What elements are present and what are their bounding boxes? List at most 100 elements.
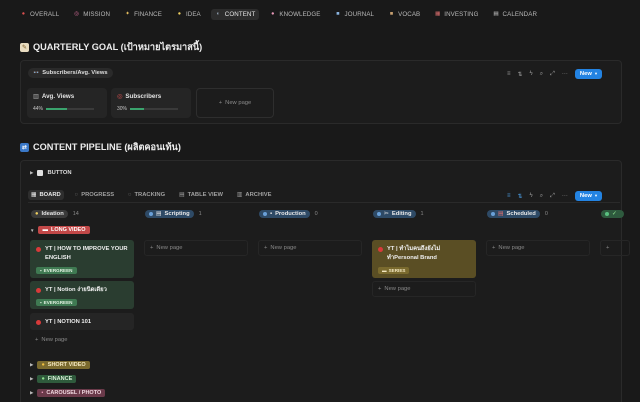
goal-view-tab[interactable]: 👓 Subscribers/Avg. Views: [28, 68, 113, 78]
new-page-scheduled[interactable]: + New page: [486, 240, 590, 256]
stats-icon: ▥: [33, 93, 39, 100]
progress-icon: ◌: [74, 192, 79, 198]
vocab-icon: ■: [389, 10, 394, 17]
goal-heading: ✎ QUARTERLY GOAL (เป้าหมายไตรมาสนี้): [20, 42, 203, 52]
caret-right-icon: ▶: [30, 390, 34, 395]
tab-progress[interactable]: ◌ PROGRESS: [72, 190, 117, 200]
money-icon: ✦: [125, 10, 130, 17]
new-page-ideation[interactable]: + New page: [30, 333, 134, 347]
tab-board[interactable]: ▦ BOARD: [28, 190, 64, 200]
status-dot-icon: [36, 288, 41, 293]
new-page-scripting[interactable]: + New page: [144, 240, 248, 256]
group-long-video[interactable]: ▼ ▬ LONG VIDEO: [30, 226, 90, 234]
plus-icon: +: [218, 100, 223, 106]
group-finance[interactable]: ▶ ● FINANCE: [30, 375, 77, 383]
column-production[interactable]: ▪ Production 0: [259, 210, 318, 218]
tab-journal[interactable]: ■ JOURNAL: [331, 9, 379, 20]
goal-card-avg-views[interactable]: ▥ Avg. Views 44%: [27, 88, 107, 118]
status-dot-icon: [36, 320, 41, 325]
plus-icon: +: [378, 286, 382, 292]
bulb-icon: ●: [177, 10, 182, 17]
column-ideation[interactable]: ● Ideation 14: [31, 210, 79, 218]
bulb-icon: ●: [35, 211, 39, 217]
status-badge: ✂ Editing: [373, 210, 416, 218]
finance-icon: ●: [41, 376, 45, 382]
tab-knowledge[interactable]: ● KNOWLEDGE: [265, 9, 324, 20]
status-dot-icon: [378, 247, 383, 252]
sort-icon[interactable]: ⇅: [518, 71, 523, 78]
caret-down-icon: ▼: [30, 227, 35, 233]
archive-icon: ▥: [236, 192, 243, 198]
divider: [28, 202, 620, 203]
scissors-icon: ✂: [384, 211, 389, 217]
chevron-down-icon: ▾: [594, 193, 598, 198]
status-dot-icon: [36, 247, 41, 252]
card-improve-english[interactable]: YT | HOW TO IMPROVE YOUR ENGLISH ▪ EVERGR…: [30, 240, 134, 278]
new-page-production[interactable]: + New page: [258, 240, 362, 256]
brain-icon: ●: [271, 10, 275, 17]
tab-content[interactable]: ◐ CONTENT: [210, 9, 260, 20]
search-icon[interactable]: ⌕: [540, 193, 543, 200]
lightning-icon[interactable]: ϟ: [530, 193, 533, 199]
group-tag: ● FINANCE: [37, 375, 77, 383]
column-scripting[interactable]: ▤ Scripting 1: [145, 210, 202, 218]
tab-mission[interactable]: ◎ MISSION: [69, 9, 114, 20]
more-icon[interactable]: ···: [562, 193, 568, 199]
tab-finance[interactable]: ✦ FINANCE: [120, 9, 166, 20]
leaf-icon: ▪: [40, 300, 42, 305]
tab-investing[interactable]: ▦ INVESTING: [430, 9, 482, 20]
button-toggle[interactable]: ▶ BUTTON: [30, 170, 72, 176]
pipeline-new-button[interactable]: New ▾: [574, 191, 603, 201]
shuffle-icon: ⇄: [20, 143, 29, 152]
caret-right-icon: ▶: [30, 170, 34, 175]
tag-evergreen: ▪ EVERGREEN: [36, 267, 77, 274]
card-notion-101[interactable]: YT | NOTION 101: [30, 313, 134, 330]
plus-icon: +: [264, 245, 268, 251]
chart-icon: ▦: [435, 10, 441, 17]
search-icon[interactable]: ⌕: [540, 71, 543, 78]
short-video-icon: ●: [41, 362, 45, 368]
tab-overall[interactable]: ● OVERALL: [16, 9, 63, 20]
status-badge: ✓: [601, 210, 624, 218]
lightning-icon[interactable]: ϟ: [530, 71, 533, 77]
tab-tracking[interactable]: ◌ TRACKING: [125, 190, 168, 200]
photo-icon: ▪: [41, 390, 44, 396]
pipeline-toolbar: ≡ ⇅ ϟ ⌕ ⤢ ··· New ▾: [507, 191, 603, 201]
filter-icon[interactable]: ≡: [507, 71, 511, 77]
sort-icon[interactable]: ⇅: [518, 193, 523, 200]
mission-icon: ◎: [74, 10, 80, 17]
new-page-published[interactable]: +: [600, 240, 630, 256]
top-nav: ● OVERALL ◎ MISSION ✦ FINANCE ● IDEA ◐ CONTEN…: [16, 9, 541, 20]
column-scheduled[interactable]: ▤ Scheduled 0: [487, 210, 548, 218]
group-short-video[interactable]: ▶ ● SHORT VIDEO: [30, 361, 90, 369]
progress-bar: [46, 108, 95, 110]
new-page-editing[interactable]: + New page: [372, 281, 476, 297]
tab-calendar[interactable]: ▤ CALENDAR: [489, 9, 542, 20]
goal-new-button[interactable]: New ▾: [574, 69, 603, 79]
tab-table-view[interactable]: ▤ TABLE VIEW: [176, 190, 226, 200]
tab-vocab[interactable]: ■ VOCAB: [384, 9, 424, 20]
board-icon: ▦: [31, 192, 37, 198]
card-notion-easy[interactable]: YT | Notion ง่ายนิดเดียว ▪ EVERGREEN: [30, 281, 134, 309]
pipeline-heading: ⇄ CONTENT PIPELINE (ผลิตคอนเท้น): [20, 142, 181, 152]
expand-icon[interactable]: ⤢: [550, 193, 555, 200]
memo-icon: ✎: [20, 43, 29, 52]
target-icon: ◎: [117, 93, 123, 100]
tab-idea[interactable]: ● IDEA: [172, 9, 205, 20]
caret-right-icon: ▶: [30, 362, 34, 367]
target-icon: ●: [21, 10, 26, 17]
tab-archive[interactable]: ▥ ARCHIVE: [234, 190, 275, 200]
expand-icon[interactable]: ⤢: [550, 71, 555, 78]
filter-icon[interactable]: ≡: [507, 193, 511, 199]
group-carousel-photo[interactable]: ▶ ▪ CAROUSEL / PHOTO: [30, 389, 106, 397]
content-icon: ◐: [216, 10, 220, 17]
goal-new-page[interactable]: + New page: [196, 88, 274, 118]
caret-right-icon: ▶: [30, 376, 34, 381]
column-published[interactable]: ✓: [601, 210, 624, 218]
card-personal-brand[interactable]: YT | ทำไมคนถึงยังไม่ทำPersonal Brand ▬ SE…: [372, 240, 476, 278]
goal-card-subscribers[interactable]: ◎ Subscribers 30%: [111, 88, 191, 118]
column-editing[interactable]: ✂ Editing 1: [373, 210, 424, 218]
leaf-icon: ▪: [40, 268, 42, 273]
more-icon[interactable]: ···: [562, 71, 568, 77]
group-tag: ▬ LONG VIDEO: [38, 226, 90, 234]
